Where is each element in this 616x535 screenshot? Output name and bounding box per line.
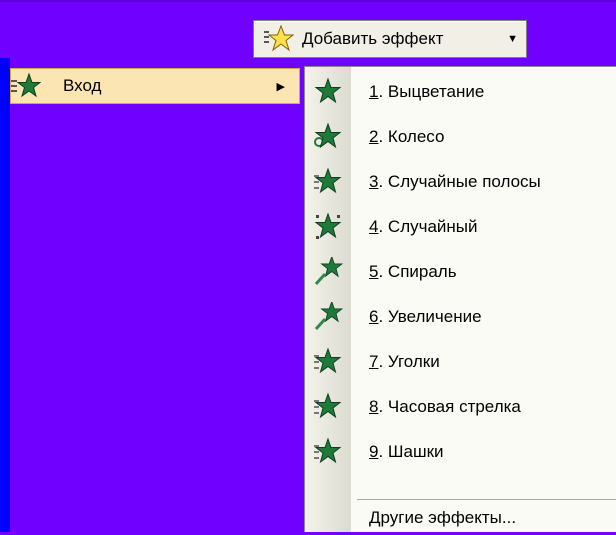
effect-name: . Случайный bbox=[378, 217, 478, 236]
effect-name: . Часовая стрелка bbox=[378, 397, 521, 416]
effect-item-4[interactable]: 4. Случайный bbox=[305, 205, 616, 250]
effect-name: . Уголки bbox=[378, 352, 440, 371]
effect-name: . Колесо bbox=[378, 127, 445, 146]
effect-item-2[interactable]: 2. Колесо bbox=[305, 115, 616, 160]
add-effect-star-icon bbox=[260, 21, 296, 57]
menu-separator bbox=[357, 499, 616, 500]
clockwise-star-icon bbox=[313, 392, 343, 422]
dropdown-arrow-icon: ▼ bbox=[507, 33, 518, 45]
effect-item-3[interactable]: 3. Случайные полосы bbox=[305, 160, 616, 205]
left-panel-edge bbox=[0, 58, 10, 532]
effect-item-8[interactable]: 8. Часовая стрелка bbox=[305, 385, 616, 430]
effect-item-9[interactable]: 9. Шашки bbox=[305, 430, 616, 475]
effect-label: 8. Часовая стрелка bbox=[369, 397, 521, 417]
menu-item-entrance[interactable]: Вход ▶ bbox=[10, 68, 300, 104]
random-bars-star-icon bbox=[313, 167, 343, 197]
effect-name: . Увеличение bbox=[378, 307, 482, 326]
fade-star-icon bbox=[313, 77, 343, 107]
effect-label: 1. Выцветание bbox=[369, 82, 484, 102]
effect-name: . Случайные полосы bbox=[378, 172, 541, 191]
add-effect-label: Добавить эффект bbox=[302, 29, 444, 48]
effect-item-5[interactable]: 5. Спираль bbox=[305, 250, 616, 295]
corners-star-icon bbox=[313, 347, 343, 377]
effect-item-1[interactable]: 1. Выцветание bbox=[305, 70, 616, 115]
wheel-star-icon bbox=[313, 122, 343, 152]
effect-name: . Выцветание bbox=[378, 82, 485, 101]
green-star-icon bbox=[11, 71, 41, 101]
effect-label: 2. Колесо bbox=[369, 127, 444, 147]
effect-label: 5. Спираль bbox=[369, 262, 457, 282]
more-effects-label: Другие эффекты... bbox=[369, 508, 517, 527]
effect-name: . Спираль bbox=[378, 262, 457, 281]
effect-label: 3. Случайные полосы bbox=[369, 172, 541, 192]
effect-label: 6. Увеличение bbox=[369, 307, 482, 327]
checkers-star-icon bbox=[313, 437, 343, 467]
effect-label: 9. Шашки bbox=[369, 442, 444, 462]
more-effects-item[interactable]: Другие эффекты... bbox=[369, 501, 516, 535]
random-star-icon bbox=[313, 212, 343, 242]
zoom-star-icon bbox=[313, 300, 344, 332]
entrance-effects-submenu: 1. Выцветание 2. Колесо 3. Случайные полос… bbox=[304, 66, 616, 532]
spiral-star-icon bbox=[313, 255, 344, 287]
effect-label: 4. Случайный bbox=[369, 217, 478, 237]
effect-name: . Шашки bbox=[378, 442, 444, 461]
top-border bbox=[0, 0, 616, 2]
effect-item-7[interactable]: 7. Уголки bbox=[305, 340, 616, 385]
add-effect-button[interactable]: Добавить эффект ▼ bbox=[253, 20, 527, 58]
effect-label: 7. Уголки bbox=[369, 352, 440, 372]
submenu-arrow-icon: ▶ bbox=[276, 80, 285, 93]
effect-item-6[interactable]: 6. Увеличение bbox=[305, 295, 616, 340]
entrance-label: Вход bbox=[63, 76, 102, 95]
